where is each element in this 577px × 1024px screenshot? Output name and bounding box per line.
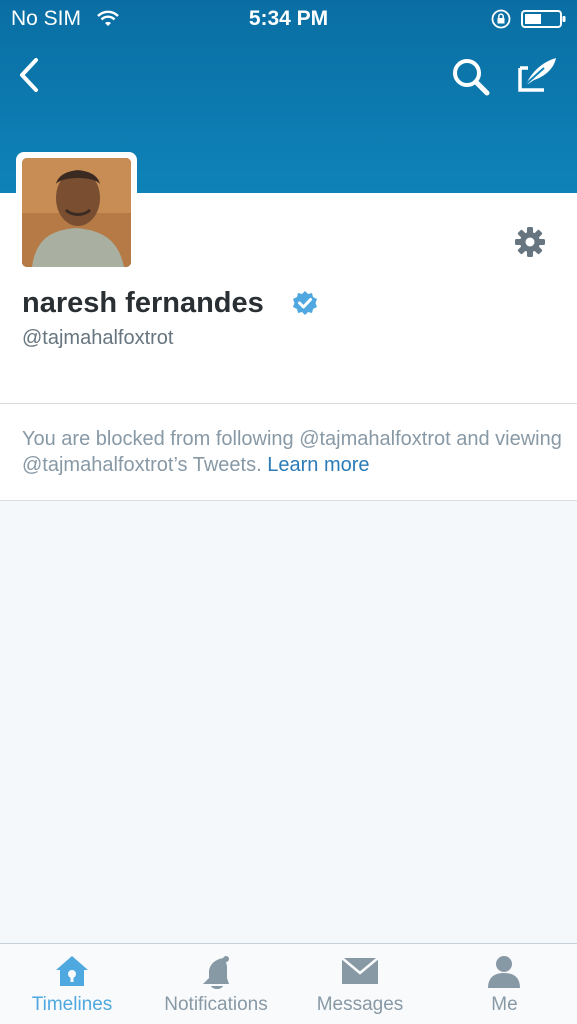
chevron-left-icon [20,58,38,92]
tab-bar: Timelines Notifications Messages Me [0,943,577,1024]
bell-icon [203,956,229,989]
avatar-photo [22,158,131,267]
person-icon [488,956,520,988]
compose-tweet-button[interactable] [514,54,560,96]
avatar-frame[interactable] [16,152,137,273]
avatar [22,158,131,267]
search-icon [453,59,490,96]
status-bar: No SIM 5:34 PM [0,0,577,38]
settings-button[interactable] [513,225,547,259]
blocked-notice-text: You are blocked from following @tajmahal… [22,426,567,478]
battery-icon [521,10,566,28]
tab-label: Timelines [31,994,113,1015]
tab-label: Messages [316,994,404,1015]
tab-messages[interactable]: Messages [288,944,432,1024]
envelope-icon [341,957,379,984]
tab-notifications[interactable]: Notifications [144,944,288,1024]
back-button[interactable] [12,54,46,96]
gear-icon [515,227,545,257]
search-button[interactable] [450,56,492,98]
compose-tweet-icon [518,58,556,92]
home-icon [56,956,88,986]
blocked-notice: You are blocked from following @tajmahal… [0,403,577,501]
screen-name: @tajmahalfoxtrot [22,327,174,349]
tab-timelines[interactable]: Timelines [0,944,144,1024]
tab-label: Notifications [164,994,268,1015]
tab-me[interactable]: Me [432,944,577,1024]
rotation-lock-icon [491,9,511,29]
display-name: naresh fernandes [22,287,264,319]
verified-badge-icon [293,291,317,315]
tab-label: Me [491,994,518,1015]
learn-more-link[interactable]: Learn more [267,454,369,476]
